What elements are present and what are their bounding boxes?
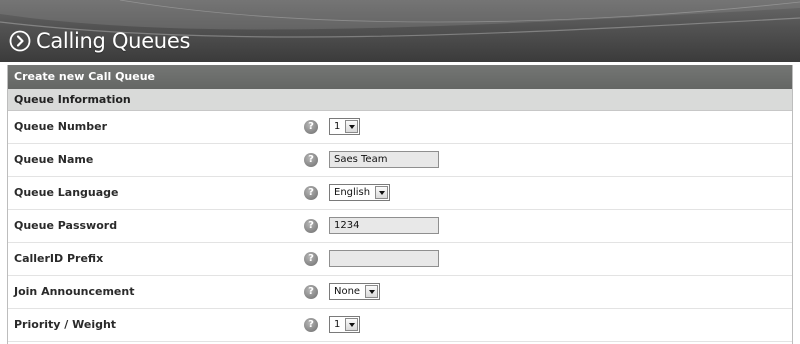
queue-name-label: Queue Name [14, 153, 94, 166]
join-announcement-label: Join Announcement [14, 285, 135, 298]
page-title: Calling Queues [36, 29, 191, 53]
create-call-queue-panel: Create new Call Queue Queue Information … [7, 65, 793, 344]
join-announcement-value: None [334, 286, 361, 297]
priority-weight-value: 1 [334, 319, 341, 330]
help-icon[interactable]: ? [304, 186, 318, 200]
dropdown-arrow-icon[interactable] [345, 318, 359, 331]
help-icon[interactable]: ? [304, 285, 318, 299]
form-row-callerid-prefix: CallerID Prefix ? [8, 243, 792, 276]
form-row-queue-language: Queue Language ? English [8, 177, 792, 210]
priority-weight-select[interactable]: 1 [329, 316, 361, 333]
help-icon[interactable]: ? [304, 120, 318, 134]
form-row-queue-number: Queue Number ? 1 [8, 111, 792, 144]
callerid-prefix-input[interactable] [329, 250, 439, 267]
queue-password-label: Queue Password [14, 219, 118, 232]
queue-language-value: English [334, 187, 371, 198]
page-header: Calling Queues [0, 0, 800, 62]
circle-arrow-right-icon [9, 30, 31, 52]
help-icon[interactable]: ? [304, 219, 318, 233]
queue-number-value: 1 [334, 121, 341, 132]
queue-language-label: Queue Language [14, 186, 119, 199]
dropdown-arrow-icon[interactable] [375, 186, 389, 199]
form-row-priority-weight: Priority / Weight ? 1 [8, 309, 792, 342]
help-icon[interactable]: ? [304, 153, 318, 167]
form-row-queue-password: Queue Password ? 1234 [8, 210, 792, 243]
help-icon[interactable]: ? [304, 318, 318, 332]
queue-language-select[interactable]: English [329, 184, 391, 201]
form-row-queue-name: Queue Name ? Saes Team [8, 144, 792, 177]
help-icon[interactable]: ? [304, 252, 318, 266]
dropdown-arrow-icon[interactable] [345, 120, 359, 133]
queue-password-input[interactable]: 1234 [329, 217, 439, 234]
callerid-prefix-label: CallerID Prefix [14, 252, 104, 265]
queue-number-label: Queue Number [14, 120, 108, 133]
section-title-queue-information: Queue Information [8, 89, 792, 111]
queue-number-select[interactable]: 1 [329, 118, 361, 135]
form-row-join-announcement: Join Announcement ? None [8, 276, 792, 309]
join-announcement-select[interactable]: None [329, 283, 381, 300]
queue-name-input[interactable]: Saes Team [329, 151, 439, 168]
page-title-group: Calling Queues [9, 28, 190, 54]
priority-weight-label: Priority / Weight [14, 318, 117, 331]
dropdown-arrow-icon[interactable] [365, 285, 379, 298]
panel-title: Create new Call Queue [8, 65, 792, 89]
